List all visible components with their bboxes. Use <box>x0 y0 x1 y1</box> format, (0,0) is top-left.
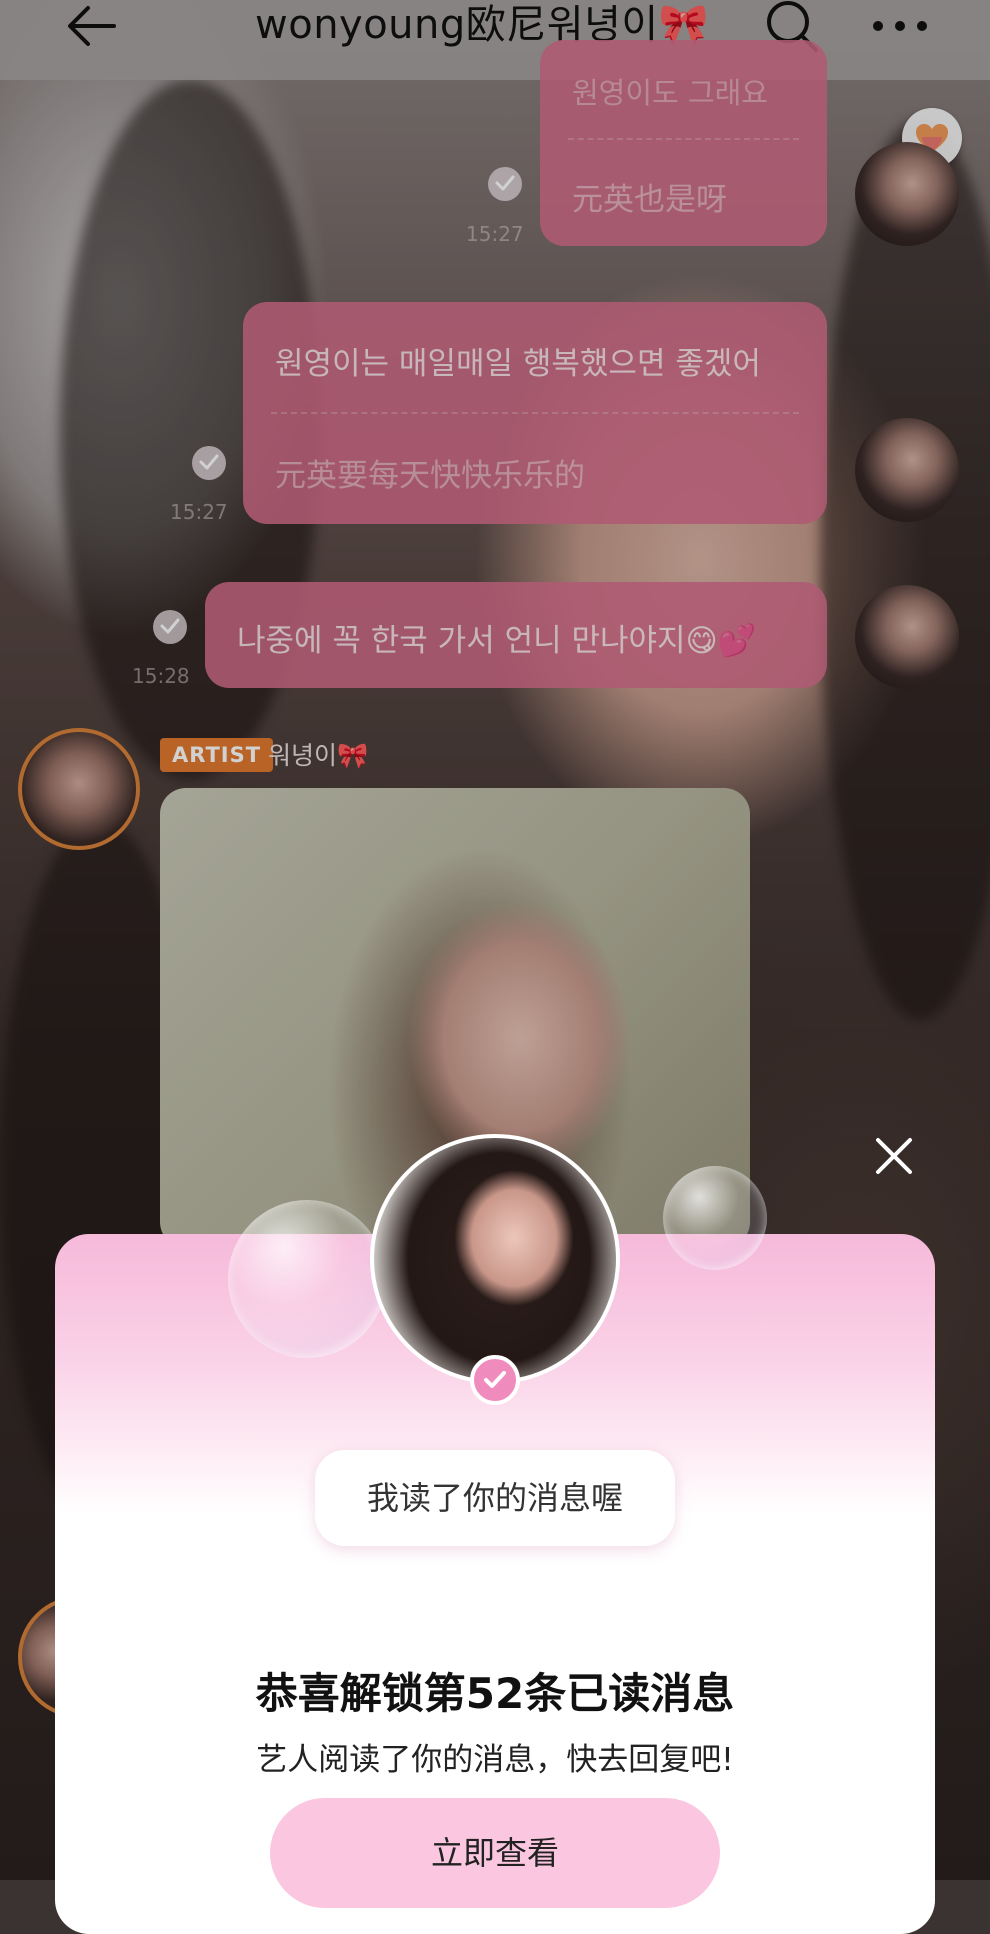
unlock-subtitle: 艺人阅读了你的消息，快去回复吧! <box>256 1742 734 1778</box>
view-now-button[interactable]: 立即查看 <box>270 1798 720 1908</box>
read-message-chip: 我读了你的消息喔 <box>315 1450 675 1546</box>
artist-modal-avatar <box>370 1134 620 1384</box>
unlock-title: 恭喜解锁第52条已读消息 <box>255 1669 735 1718</box>
close-icon <box>876 1138 912 1174</box>
bubble-decoration <box>663 1166 767 1270</box>
bubble-decoration <box>228 1200 386 1358</box>
close-button[interactable] <box>868 1130 920 1182</box>
check-badge-icon <box>470 1355 520 1405</box>
